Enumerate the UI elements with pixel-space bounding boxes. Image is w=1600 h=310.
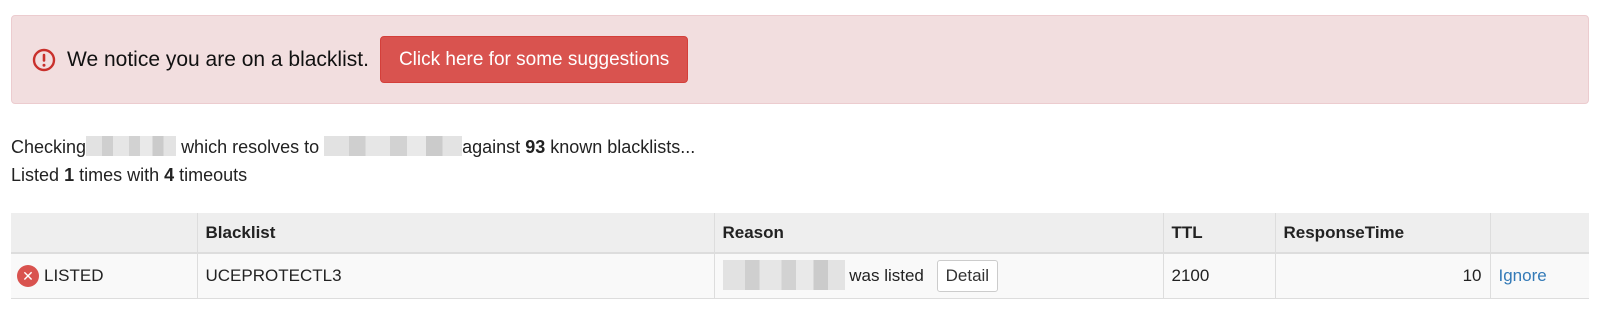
known-count: 93	[525, 137, 546, 157]
table-row: ✕ LISTED UCEPROTECTL3 was listed Detail …	[11, 253, 1589, 299]
header-status	[11, 213, 197, 254]
reason-text: was listed	[849, 265, 924, 285]
ttl-cell: 2100	[1162, 253, 1275, 299]
known-label: known blacklists...	[550, 137, 696, 157]
header-ttl: TTL	[1162, 213, 1275, 254]
summary-line-1: Checking which resolves to against 93 kn…	[11, 133, 695, 161]
blacklist-table: Blacklist Reason TTL ResponseTime ✕ LIST…	[11, 213, 1589, 299]
timeouts-count: 4	[164, 165, 175, 185]
redacted-domain	[86, 136, 177, 156]
against-label: against	[462, 137, 521, 157]
suggestions-button[interactable]: Click here for some suggestions	[379, 36, 689, 83]
header-action	[1489, 213, 1589, 254]
header-response-time: ResponseTime	[1274, 213, 1490, 254]
status-cell: ✕ LISTED	[11, 253, 197, 299]
blacklist-cell: UCEPROTECTL3	[196, 253, 714, 299]
times-label: times with	[79, 165, 160, 185]
x-circle-icon: ✕	[17, 264, 39, 287]
checking-label: Checking	[11, 137, 87, 157]
header-blacklist: Blacklist	[196, 213, 714, 254]
summary-line-2: Listed 1 times with 4 timeouts	[11, 161, 695, 189]
action-cell: Ignore	[1489, 253, 1589, 299]
ignore-link[interactable]: Ignore	[1499, 266, 1547, 285]
listed-label: Listed	[11, 165, 60, 185]
status-label: LISTED	[44, 265, 104, 285]
check-summary: Checking which resolves to against 93 kn…	[11, 133, 695, 189]
exclamation-circle-icon	[32, 48, 56, 72]
timeouts-label: timeouts	[179, 165, 248, 185]
header-reason: Reason	[713, 213, 1163, 254]
redacted-host	[722, 259, 845, 290]
blacklist-alert: We notice you are on a blacklist. Click …	[11, 15, 1589, 104]
resolves-label: which resolves to	[181, 137, 320, 157]
redacted-ip	[324, 136, 463, 156]
table-header-row: Blacklist Reason TTL ResponseTime	[11, 213, 1589, 254]
alert-message: We notice you are on a blacklist.	[67, 47, 369, 71]
response-time-cell: 10	[1274, 253, 1490, 299]
reason-cell: was listed Detail	[713, 253, 1163, 299]
detail-button[interactable]: Detail	[936, 259, 999, 292]
listed-count: 1	[64, 165, 75, 185]
